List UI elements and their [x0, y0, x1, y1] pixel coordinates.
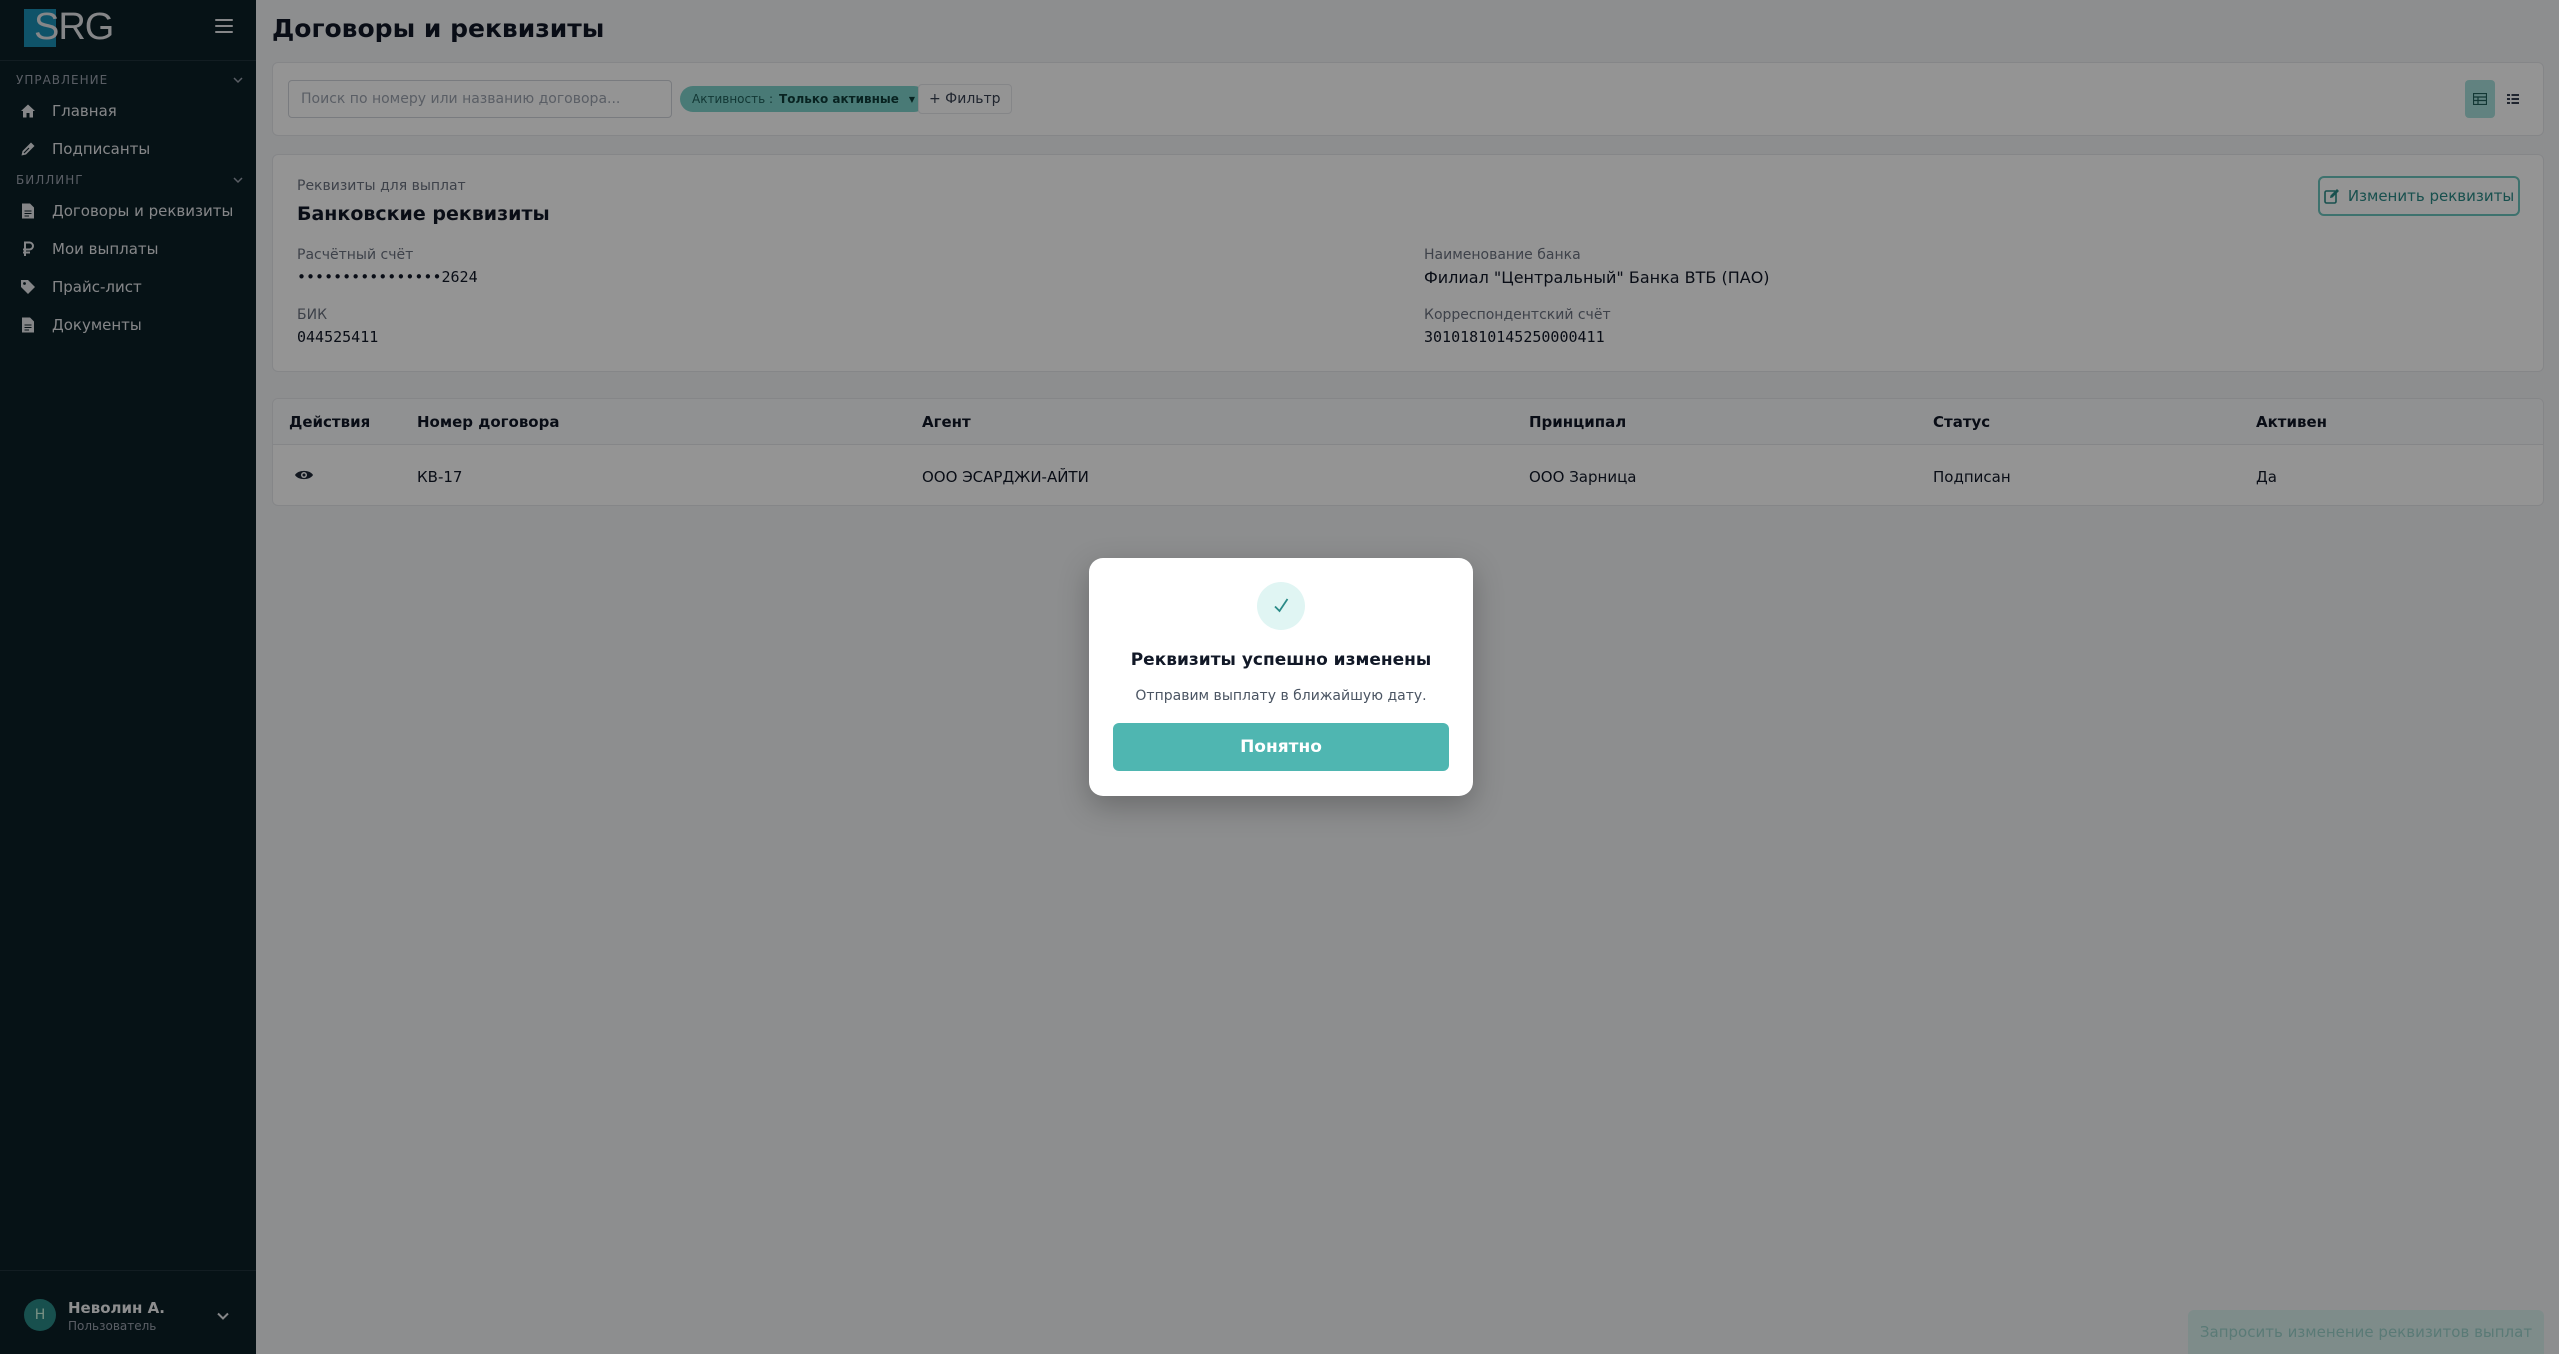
- dialog-title: Реквизиты успешно изменены: [1130, 650, 1432, 670]
- success-dialog: Реквизиты успешно изменены Отправим выпл…: [1089, 558, 1473, 796]
- success-check-icon: [1257, 582, 1305, 630]
- confirm-button[interactable]: Понятно: [1113, 723, 1449, 771]
- dialog-message: Отправим выплату в ближайшую дату.: [1135, 688, 1427, 704]
